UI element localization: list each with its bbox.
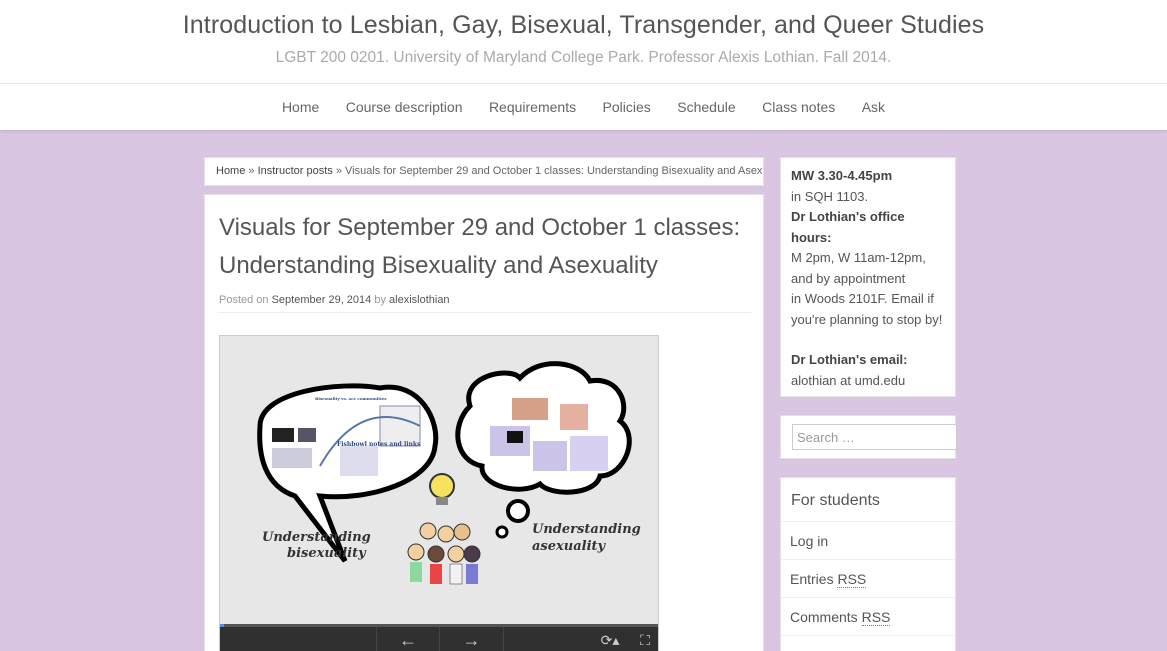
- slide-thumbnail: [533, 441, 567, 471]
- breadcrumb-separator: »: [245, 165, 258, 177]
- rss-abbr: RSS: [837, 571, 867, 588]
- office-hours-line-1: M 2pm, W 11am-12pm,: [791, 250, 926, 265]
- email-heading: Dr Lothian's email:: [791, 352, 908, 367]
- slide-thumbnail: [298, 428, 316, 442]
- post-meta: Posted on September 29, 2014 by alexislo…: [219, 294, 751, 313]
- nav-item-home[interactable]: Home: [282, 99, 319, 115]
- lightbulb-icon: [429, 473, 455, 499]
- thought-cloud: [455, 361, 632, 495]
- presentation-embed[interactable]: Fishbowl notes and links Bisexuality vs.…: [219, 335, 659, 651]
- instructor-email: alothian at umd.edu: [791, 372, 906, 388]
- comments-label: Comments: [790, 609, 862, 625]
- thought-bubble-small: [506, 499, 530, 523]
- nav-item-course-description[interactable]: Course description: [346, 99, 463, 115]
- prev-arrow-icon[interactable]: ←: [376, 627, 440, 651]
- breadcrumb-home-link[interactable]: Home: [216, 165, 245, 177]
- rss-abbr: RSS: [861, 609, 891, 626]
- search-widget: [780, 415, 957, 459]
- nav-item-class-notes[interactable]: Class notes: [762, 99, 835, 115]
- for-students-heading: For students: [781, 478, 955, 522]
- slide-thumbnail: [512, 398, 548, 420]
- slide-thumbnail: [570, 436, 608, 471]
- post-title-line-1: Visuals for September 29 and October 1 c…: [219, 214, 741, 241]
- inner-heading-fishbowl: Fishbowl notes and links: [337, 441, 421, 448]
- breadcrumb-separator: »: [332, 165, 346, 177]
- lightbulb-base: [436, 497, 448, 505]
- slide-thumbnail: [272, 428, 294, 442]
- slide-thumbnail: [379, 405, 421, 447]
- post-date-link[interactable]: September 29, 2014: [272, 294, 372, 306]
- label-asexuality-1: Understanding: [532, 522, 641, 537]
- children-illustration: [407, 522, 481, 585]
- slide-thumbnail: [507, 431, 523, 443]
- entries-rss-link[interactable]: Entries RSS: [781, 560, 955, 598]
- slide-thumbnail: [560, 404, 588, 430]
- presentation-canvas: Fishbowl notes and links Bisexuality vs.…: [257, 361, 641, 585]
- post-title: Visuals for September 29 and October 1 c…: [219, 209, 749, 285]
- label-asexuality-2: asexuality: [532, 539, 607, 554]
- class-room: in SQH 1103.: [791, 188, 869, 204]
- fullscreen-icon[interactable]: ⛶: [630, 627, 658, 651]
- office-hours-heading: Dr Lothian's office hours:: [791, 209, 905, 245]
- main-navigation: Home Course description Requirements Pol…: [0, 84, 1167, 130]
- office-hours-line-3: in Woods 2101F. Email if you're planning…: [791, 291, 943, 327]
- label-bisexuality-2: bisexuality: [287, 546, 367, 561]
- nav-item-ask[interactable]: Ask: [862, 99, 885, 115]
- thought-bubble-tiny: [495, 525, 509, 539]
- inner-heading-communities: Bisexuality vs. acc communities: [315, 396, 387, 401]
- presentation-controls: ← → ⟳▴ ⛶: [220, 624, 658, 651]
- post-author-link[interactable]: alexislothian: [389, 294, 450, 306]
- site-title[interactable]: Introduction to Lesbian, Gay, Bisexual, …: [0, 11, 1167, 40]
- slide-thumbnail: [340, 446, 378, 476]
- nav-item-requirements[interactable]: Requirements: [489, 99, 576, 115]
- class-time: MW 3.30-4.45pm: [791, 168, 893, 183]
- autoplay-icon[interactable]: ⟳▴: [595, 627, 625, 651]
- post-article: Visuals for September 29 and October 1 c…: [204, 194, 764, 651]
- comments-rss-link[interactable]: Comments RSS: [781, 598, 955, 636]
- next-arrow-icon[interactable]: →: [440, 627, 504, 651]
- slide-thumbnail: [272, 448, 312, 468]
- presentation-progress-fill: [220, 624, 225, 627]
- search-input[interactable]: [792, 424, 957, 450]
- breadcrumb-section-link[interactable]: Instructor posts: [258, 165, 333, 177]
- office-hours-line-2: and by appointment: [791, 270, 906, 286]
- course-info-widget: MW 3.30-4.45pm in SQH 1103. Dr Lothian's…: [780, 157, 956, 397]
- breadcrumb-current: Visuals for September 29 and October 1 c…: [345, 165, 764, 177]
- post-title-line-2: Understanding Bisexuality and Asexuality: [219, 252, 658, 279]
- by-label: by: [371, 294, 390, 306]
- entries-label: Entries: [790, 571, 838, 587]
- label-bisexuality-1: Understanding: [262, 530, 371, 545]
- login-link[interactable]: Log in: [781, 522, 955, 560]
- site-description: LGBT 200 0201. University of Maryland Co…: [275, 49, 892, 66]
- breadcrumb: Home » Instructor posts » Visuals for Se…: [204, 157, 764, 186]
- nav-item-schedule[interactable]: Schedule: [677, 99, 735, 115]
- for-students-widget: For students Log in Entries RSS Comments…: [780, 477, 956, 651]
- posted-on-label: Posted on: [219, 294, 272, 306]
- nav-item-policies[interactable]: Policies: [603, 99, 651, 115]
- site-header: Introduction to Lesbian, Gay, Bisexual, …: [0, 0, 1167, 84]
